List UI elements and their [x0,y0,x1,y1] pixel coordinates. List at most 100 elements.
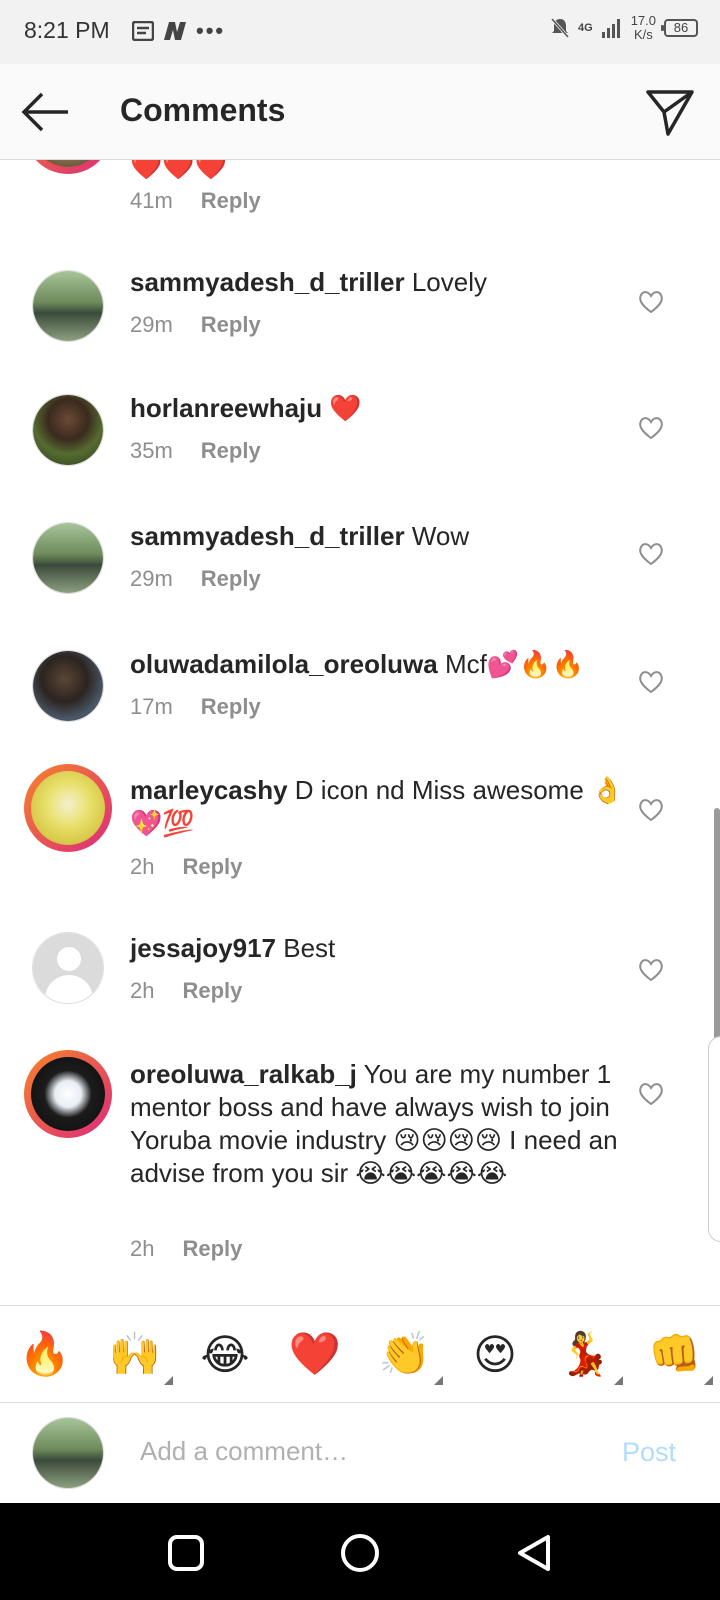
comment-time: 2h [130,854,155,879]
comment-meta: 17m Reply [130,694,261,720]
comment-time: 41m [130,188,173,213]
reply-button[interactable]: Reply [182,978,242,1004]
notification-icons: ••• [132,18,225,44]
header: Comments [0,64,720,160]
comment-meta: 35m Reply [130,438,261,464]
avatar[interactable] [32,650,104,722]
comment-body: Wow [404,521,470,551]
network-speed: 17.0 K/s [630,13,656,42]
comment-body: ❤️❤️❤️ [130,160,228,181]
skin-tone-indicator [614,1376,623,1385]
current-user-avatar [32,1417,104,1489]
avatar[interactable] [32,932,104,1004]
more-notifications-icon: ••• [196,18,226,43]
back-nav-icon[interactable] [512,1531,556,1575]
comment-item: sammyadesh_d_triller Lovely 29m Reply [0,264,720,384]
home-icon[interactable] [338,1531,382,1575]
reply-button[interactable]: Reply [201,188,261,214]
comment-input[interactable] [140,1431,580,1471]
emoji-quick-bar: 🔥 🙌 😂 ❤️ 👏 😍 💃 👊 [0,1305,720,1403]
comment-time: 2h [130,978,155,1003]
recent-apps-icon[interactable] [164,1531,208,1575]
reply-button[interactable]: Reply [182,1236,242,1262]
comment-text: oreoluwa_ralkab_j You are my number 1 me… [130,1058,620,1190]
comment-body: Mcf💕🔥🔥 [437,649,584,679]
default-avatar-body [45,975,93,1003]
post-button[interactable]: Post [622,1437,676,1468]
comment-meta: 29m Reply [130,312,261,338]
comment-item: sammyadesh_d_triller Wow 29m Reply [0,520,720,640]
comment-meta: 2h Reply [130,1236,242,1262]
comment-time: 2h [130,1236,155,1261]
comment-composer: Post [0,1403,720,1503]
heart-icon[interactable] [638,416,664,440]
avatar[interactable] [24,160,112,174]
reply-button[interactable]: Reply [182,854,242,880]
comment-time: 17m [130,694,173,719]
comment-text: sammyadesh_d_triller Wow [130,520,630,553]
fist-emoji-button[interactable]: 👊 [635,1329,715,1385]
comment-item: jessajoy917 Best 2h Reply [0,932,720,1052]
skin-tone-indicator [704,1376,713,1385]
comment-username[interactable]: sammyadesh_d_triller [130,267,405,297]
heart-icon[interactable] [638,1082,664,1106]
skin-tone-indicator [434,1376,443,1385]
comment-text: sammyadesh_d_triller Lovely [130,266,630,299]
system-nav-bar [0,1503,720,1600]
heart-emoji-button[interactable]: ❤️ [275,1329,355,1379]
reply-button[interactable]: Reply [201,566,261,592]
raising-hands-emoji-button[interactable]: 🙌 [95,1329,175,1385]
comment-username[interactable]: horlanreewhaju [130,393,322,423]
comment-body: ❤️ [322,393,362,423]
status-right: 4G 17.0 K/s 86 [550,14,698,42]
reply-button[interactable]: Reply [201,694,261,720]
dancer-emoji-button[interactable]: 💃 [545,1329,625,1385]
comment-time: 35m [130,438,173,463]
comment-item: ❤️❤️❤️ 41m Reply [0,160,720,240]
message-icon [132,21,154,41]
reply-button[interactable]: Reply [201,438,261,464]
comment-username[interactable]: sammyadesh_d_triller [130,521,405,551]
comment-meta: 2h Reply [130,854,242,880]
comment-item: marleycashy D icon nd Miss awesome 👌💖💯 2… [0,764,720,924]
page-title: Comments [120,92,286,128]
avatar[interactable] [24,764,112,852]
default-avatar-head [57,947,81,971]
edge-panel-handle[interactable] [708,1036,720,1242]
back-arrow-icon[interactable] [20,86,72,138]
scrollbar[interactable] [714,808,720,1058]
avatar[interactable] [32,394,104,466]
heart-icon[interactable] [638,670,664,694]
comment-username[interactable]: marleycashy [130,775,288,805]
heart-eyes-emoji-button[interactable]: 😍 [455,1330,535,1379]
comment-meta: 2h Reply [130,978,242,1004]
comment-text: horlanreewhaju ❤️ [130,392,630,425]
reply-button[interactable]: Reply [201,312,261,338]
comment-text: ❤️❤️❤️ [130,160,630,183]
comment-username[interactable]: jessajoy917 [130,933,276,963]
comment-text: oluwadamilola_oreoluwa Mcf💕🔥🔥 [130,648,630,681]
avatar[interactable] [24,1050,112,1138]
app-n-icon [164,22,186,40]
direct-message-icon[interactable] [644,86,696,138]
comment-username[interactable]: oreoluwa_ralkab_j [130,1059,357,1089]
heart-icon[interactable] [638,958,664,982]
avatar[interactable] [32,522,104,594]
comment-time: 29m [130,566,173,591]
heart-icon[interactable] [638,290,664,314]
signal-icon [601,19,620,38]
comment-item: horlanreewhaju ❤️ 35m Reply [0,392,720,512]
comment-item: oreoluwa_ralkab_j You are my number 1 me… [0,1050,720,1300]
battery-icon: 86 [661,19,698,37]
fire-emoji-button[interactable]: 🔥 [5,1329,85,1379]
heart-icon[interactable] [638,542,664,566]
comments-list[interactable]: ❤️❤️❤️ 41m Reply sammyadesh_d_triller Lo… [0,160,720,1305]
status-bar: 8:21 PM ••• 4G 17.0 K/s 86 [0,0,720,64]
laughing-emoji-button[interactable]: 😂 [185,1330,265,1379]
comment-username[interactable]: oluwadamilola_oreoluwa [130,649,438,679]
network-type: 4G [578,22,593,34]
skin-tone-indicator [164,1376,173,1385]
avatar[interactable] [32,270,104,342]
heart-icon[interactable] [638,798,664,822]
clapping-emoji-button[interactable]: 👏 [365,1329,445,1385]
